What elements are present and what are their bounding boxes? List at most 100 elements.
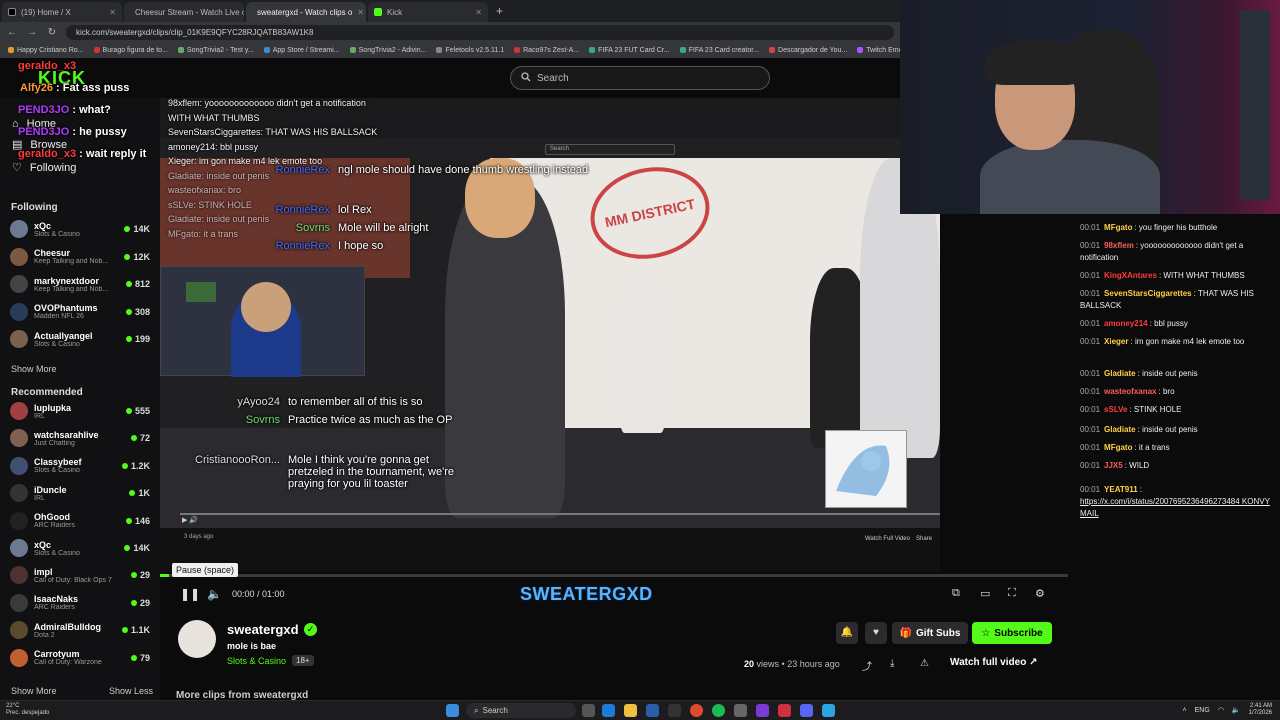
clip-video[interactable]: Search MM DISTRICT RonnieRex ngl mole sho… xyxy=(160,98,940,528)
show-more-button[interactable]: Show More xyxy=(11,686,57,696)
app-icon[interactable] xyxy=(756,704,769,717)
sidebar-channel-xqc[interactable]: xQc Slots & Casino 14K xyxy=(0,535,160,561)
bookmark-item[interactable]: FIFA 23 FUT Card Cr... xyxy=(589,47,670,54)
download-icon[interactable]: ⤓ xyxy=(890,658,894,669)
telegram-icon[interactable] xyxy=(822,704,835,717)
search-input[interactable]: Search xyxy=(510,66,770,90)
edge-icon[interactable] xyxy=(602,704,615,717)
avatar xyxy=(10,648,28,667)
discord-icon[interactable] xyxy=(800,704,813,717)
watch-full-video-button[interactable]: Watch full video ↗ xyxy=(950,657,1037,668)
sidebar-channel-markynextdoor[interactable]: markynextdoor Keep Talking and Nob... 812 xyxy=(0,271,160,297)
chat-text: WITH WHAT THUMBS xyxy=(1163,271,1245,280)
browser-tab[interactable]: (19) Home / X ✕ xyxy=(2,2,122,22)
chat-text: inside out penis xyxy=(1142,369,1198,378)
bookmark-item[interactable]: SongTrivia2 - Adivin... xyxy=(349,47,426,54)
bookmark-item[interactable]: Raco97s Zest-A... xyxy=(514,47,579,54)
bookmark-item[interactable]: App Store / Streami... xyxy=(263,47,340,54)
progress-bar[interactable] xyxy=(160,574,1068,577)
sidebar-channel-cheesur[interactable]: Cheesur Keep Talking and Nob... 12K xyxy=(0,244,160,270)
show-less-button[interactable]: Show Less xyxy=(109,686,153,696)
sidebar-channel-iduncle[interactable]: iDuncle IRL 1K xyxy=(0,480,160,506)
reload-icon[interactable]: ↻ xyxy=(46,27,58,38)
volume-icon[interactable]: 🔈 xyxy=(1232,706,1241,714)
close-icon[interactable]: ✕ xyxy=(357,8,364,17)
pip-icon[interactable]: ⧉ xyxy=(952,587,960,600)
report-icon[interactable]: ⚠ xyxy=(920,658,929,669)
url-field[interactable]: kick.com/sweatergxd/clips/clip_01K9E9QFY… xyxy=(66,24,894,40)
sidebar-channel-luplupka[interactable]: luplupka IRL 555 xyxy=(0,398,160,424)
weather-widget[interactable]: 22°C Prec. despejado xyxy=(6,703,49,717)
chrome-icon[interactable] xyxy=(690,704,703,717)
gift-subs-button[interactable]: 🎁 Gift Subs xyxy=(892,622,968,644)
browser-tab-active[interactable]: sweatergxd - Watch clips o ✕ xyxy=(246,2,366,22)
bookmark-label: Burago figura de to... xyxy=(102,46,168,54)
bookmark-item[interactable]: Feletools v2.5.11.1 xyxy=(436,47,504,54)
bookmark-item[interactable]: Descargador de You... xyxy=(769,47,847,54)
bookmark-item[interactable]: FIFA 23 Card creator... xyxy=(679,47,759,54)
taskbar-search[interactable]: ⌕ Search xyxy=(466,703,576,718)
chat-message: 00:01 98xflem: yooooooooooooo didn't get … xyxy=(1080,240,1270,264)
viewer-count-value: 14K xyxy=(133,224,150,234)
task-view-icon[interactable] xyxy=(582,704,595,717)
wifi-icon[interactable]: ◠ xyxy=(1218,706,1224,714)
back-icon[interactable]: ← xyxy=(6,27,18,38)
close-icon[interactable]: ✕ xyxy=(109,8,116,17)
pause-icon[interactable]: ❚❚ xyxy=(180,587,200,601)
sidebar-item-following[interactable]: ♡ Following xyxy=(12,161,76,175)
channel-text: iDuncle IRL xyxy=(34,485,129,502)
show-more-button[interactable]: Show More xyxy=(11,364,57,374)
sidebar-channel-impl[interactable]: impl Call of Duty: Black Ops 7 29 xyxy=(0,562,160,588)
sidebar-channel-carrotyum[interactable]: Carrotyum Call of Duty: Warzone 79 xyxy=(0,645,160,671)
bookmark-item[interactable]: Burago figura de to... xyxy=(93,46,168,54)
windows-start-icon[interactable] xyxy=(446,704,459,717)
sidebar-channel-watchsarahlive[interactable]: watchsarahlive Just Chatting 72 xyxy=(0,425,160,451)
heart-icon[interactable]: ♥ xyxy=(865,622,887,644)
app-icon[interactable] xyxy=(778,704,791,717)
file-explorer-icon[interactable] xyxy=(624,704,637,717)
forward-icon[interactable]: → xyxy=(26,27,38,38)
sidebar-channel-admiralbulldog[interactable]: AdmiralBulldog Dota 2 1.1K xyxy=(0,617,160,643)
app-icon[interactable] xyxy=(734,704,747,717)
channel-category: Keep Talking and Nob... xyxy=(34,258,109,265)
watch-full-label: Watch full video xyxy=(950,657,1027,668)
bookmark-label: Twitch Emote Resizer xyxy=(866,46,900,54)
settings-icon[interactable]: ⚙ xyxy=(1035,587,1045,600)
share-icon[interactable]: ⤴ xyxy=(862,658,872,673)
tab-label: Cheesur Stream - Watch Live o xyxy=(135,7,244,17)
spotify-icon[interactable] xyxy=(712,704,725,717)
volume-icon[interactable]: 🔈 xyxy=(207,587,222,601)
sidebar-channel-xqc[interactable]: xQc Slots & Casino 14K xyxy=(0,216,160,242)
browser-tab[interactable]: Kick ✕ xyxy=(368,2,488,22)
sidebar-channel-ovophantums[interactable]: OVOPhantums Madden NFL 26 308 xyxy=(0,299,160,325)
sidebar-channel-ohgood[interactable]: OhGood ARC Raiders 146 xyxy=(0,508,160,534)
chat-message: 00:01 sSLVe: STINK HOLE xyxy=(1080,404,1270,416)
clock[interactable]: 2:41 AM 1/7/2026 xyxy=(1249,703,1272,717)
sidebar-channel-actuallyangel[interactable]: Actuallyangel Slots & Casino 199 xyxy=(0,326,160,352)
theater-icon[interactable]: ▭ xyxy=(980,587,990,600)
bookmark-item[interactable]: SongTrivia2 - Test y... xyxy=(177,47,254,54)
category-link[interactable]: Slots & Casino xyxy=(227,656,286,666)
fullscreen-icon[interactable]: ⛶ xyxy=(1008,587,1016,600)
recommended-heading: Recommended xyxy=(11,387,83,398)
app-icon[interactable] xyxy=(668,704,681,717)
channel-name[interactable]: sweatergxd xyxy=(227,622,299,637)
language-indicator[interactable]: ENG xyxy=(1195,707,1210,714)
close-icon[interactable]: ✕ xyxy=(475,8,482,17)
avatar[interactable] xyxy=(178,620,216,658)
sidebar-channel-classybeef[interactable]: Classybeef Slots & Casino 1.2K xyxy=(0,453,160,479)
bookmark-item[interactable]: Happy Cristiano Ro... xyxy=(8,47,84,54)
bookmark-item[interactable]: Twitch Emote Resizer xyxy=(857,47,900,54)
live-dot-icon xyxy=(125,281,132,287)
subscribe-button[interactable]: ☆ Subscribe xyxy=(972,622,1052,644)
channel-text: luplupka IRL xyxy=(34,403,126,420)
live-dot-icon xyxy=(130,572,137,579)
sidebar-channel-isaacnaks[interactable]: IsaacNaks ARC Raiders 29 xyxy=(0,590,160,616)
browser-tab[interactable]: Cheesur Stream - Watch Live o✕ xyxy=(124,2,244,22)
new-tab-icon[interactable]: + xyxy=(488,4,511,18)
chevron-up-icon[interactable]: ˄ xyxy=(1183,707,1187,714)
bell-icon[interactable]: 🔔 xyxy=(836,622,858,644)
video-chat-name: RonnieRex xyxy=(275,240,330,252)
store-icon[interactable] xyxy=(646,704,659,717)
chat-message: 00:01 Gladiate: inside out penis xyxy=(1080,424,1270,436)
